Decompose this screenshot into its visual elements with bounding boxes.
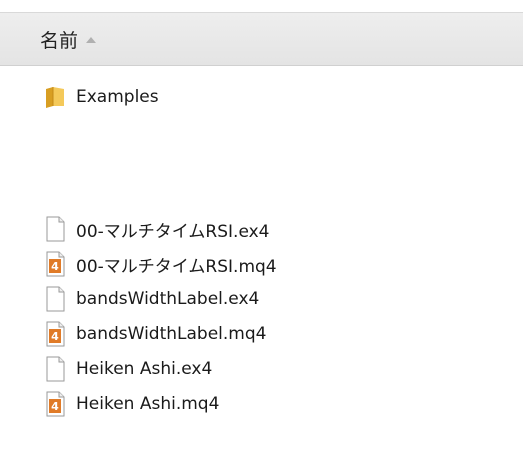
list-item-label: bandsWidthLabel.mq4 (76, 324, 267, 344)
name-column-header[interactable]: 名前 (0, 13, 97, 65)
file-icon (46, 216, 65, 242)
name-column-label: 名前 (40, 29, 79, 52)
list-item-label: Heiken Ashi.ex4 (76, 359, 213, 379)
mq4-file-icon: 4 (46, 391, 65, 417)
list-item-label: 00-マルチタイムRSI.mq4 (76, 256, 277, 277)
list-item-file[interactable]: bandsWidthLabel.ex4 (44, 284, 259, 314)
mq4-file-icon: 4 (46, 251, 65, 277)
list-item-file[interactable]: 4 Heiken Ashi.mq4 (44, 389, 219, 419)
list-item-file[interactable]: Heiken Ashi.ex4 (44, 354, 212, 384)
svg-text:4: 4 (51, 400, 59, 413)
file-icon (46, 286, 65, 312)
file-icon (46, 356, 65, 382)
list-item-file[interactable]: 4 00-マルチタイムRSI.mq4 (44, 249, 277, 279)
list-item-file[interactable]: 4 bandsWidthLabel.mq4 (44, 319, 266, 349)
column-header-bar: 名前 (0, 12, 523, 66)
top-strip (0, 0, 523, 12)
file-explorer-window: 名前 Examples 00-マルチタイムRSI.ex4 4 00-マルチタイム… (0, 0, 523, 461)
list-item-label: 00-マルチタイムRSI.ex4 (76, 221, 270, 242)
svg-text:4: 4 (51, 260, 59, 273)
list-item-label: Heiken Ashi.mq4 (76, 394, 220, 414)
sort-ascending-icon (86, 37, 97, 43)
folder-icon (46, 87, 64, 108)
list-item-label: bandsWidthLabel.ex4 (76, 289, 260, 309)
list-item-file[interactable]: 00-マルチタイムRSI.ex4 (44, 214, 269, 244)
mq4-file-icon: 4 (46, 321, 65, 347)
list-item-label: Examples (76, 87, 159, 107)
svg-text:4: 4 (51, 330, 59, 343)
list-item-examples-folder[interactable]: Examples (44, 82, 159, 112)
